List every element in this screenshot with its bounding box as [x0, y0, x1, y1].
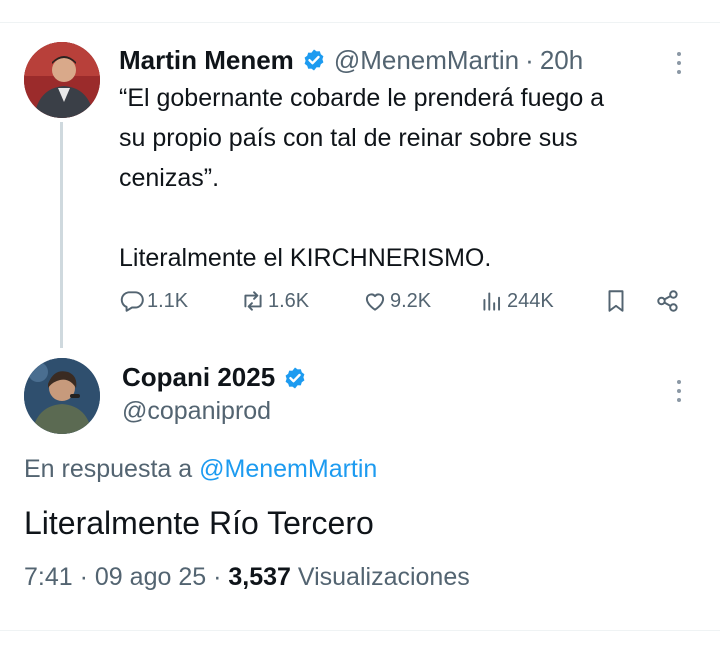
- tweet-text-line: Literalmente el KIRCHNERISMO.: [119, 244, 492, 272]
- verified-badge-icon: [302, 48, 326, 72]
- in-reply-prefix: En respuesta a: [24, 455, 193, 483]
- share-icon: [657, 290, 678, 312]
- reply-text: Literalmente Río Tercero: [24, 505, 374, 541]
- repost-count: 1.6K: [268, 289, 310, 312]
- avatar-image: [24, 358, 100, 434]
- tweet-text: “El gobernante cobarde le prenderá fuego…: [119, 78, 689, 278]
- tweet-time[interactable]: 20h: [540, 45, 583, 76]
- reply-date[interactable]: 09 ago 25: [95, 563, 206, 591]
- top-divider: [0, 22, 720, 23]
- reply-views-count: 3,537: [228, 563, 291, 591]
- tweet-actions-bar: 1.1K 1.6K 9.2K 244K: [119, 283, 689, 319]
- bookmark-icon: [608, 290, 624, 312]
- reply-meta: 7:41 · 09 ago 25 · 3,537 Visualizaciones: [24, 563, 470, 592]
- views-count: 244K: [507, 289, 554, 312]
- tweet-text-line: su propio país con tal de reinar sobre s…: [119, 124, 578, 152]
- like-count: 9.2K: [390, 289, 432, 312]
- share-button[interactable]: [655, 283, 683, 319]
- avatar-martin-menem[interactable]: [24, 42, 100, 118]
- bottom-divider: [0, 630, 720, 631]
- tweet-text-line: cenizas”.: [119, 164, 220, 192]
- reply-views-label: Visualizaciones: [297, 563, 470, 591]
- in-reply-mention-link[interactable]: @MenemMartin: [199, 455, 377, 483]
- reply-button[interactable]: 1.1K: [119, 283, 188, 319]
- reply-author-handle[interactable]: @copaniprod: [122, 397, 271, 426]
- separator-dot: ·: [525, 44, 534, 75]
- reply-author-name[interactable]: Copani 2025: [122, 362, 275, 393]
- repost-button[interactable]: 1.6K: [240, 283, 309, 319]
- author-name[interactable]: Martin Menem: [119, 45, 294, 76]
- reply-icon: [120, 291, 144, 312]
- bookmark-button[interactable]: [603, 283, 631, 319]
- verified-badge-icon: [283, 366, 307, 390]
- more-options-icon[interactable]: [677, 52, 683, 74]
- in-reply-to: En respuesta a @MenemMartin: [24, 455, 377, 484]
- tweet-header: Martin Menem @MenemMartin · 20h: [119, 42, 583, 78]
- author-handle[interactable]: @MenemMartin: [334, 45, 519, 76]
- views-button[interactable]: 244K: [479, 283, 554, 319]
- like-button[interactable]: 9.2K: [362, 283, 431, 319]
- separator-dot: ·: [213, 563, 222, 591]
- avatar-image: [24, 42, 100, 118]
- like-icon: [365, 293, 385, 311]
- tweet-text-line: “El gobernante cobarde le prenderá fuego…: [119, 84, 605, 112]
- separator-dot: ·: [79, 563, 88, 591]
- reply-time[interactable]: 7:41: [24, 563, 73, 591]
- thread-connector-line: [60, 122, 63, 348]
- reply-count: 1.1K: [147, 289, 189, 312]
- more-options-icon[interactable]: [677, 380, 683, 402]
- views-icon: [483, 292, 501, 311]
- reply-author-row: Copani 2025: [122, 362, 315, 393]
- repost-icon: [244, 291, 262, 311]
- avatar-copani[interactable]: [24, 358, 100, 434]
